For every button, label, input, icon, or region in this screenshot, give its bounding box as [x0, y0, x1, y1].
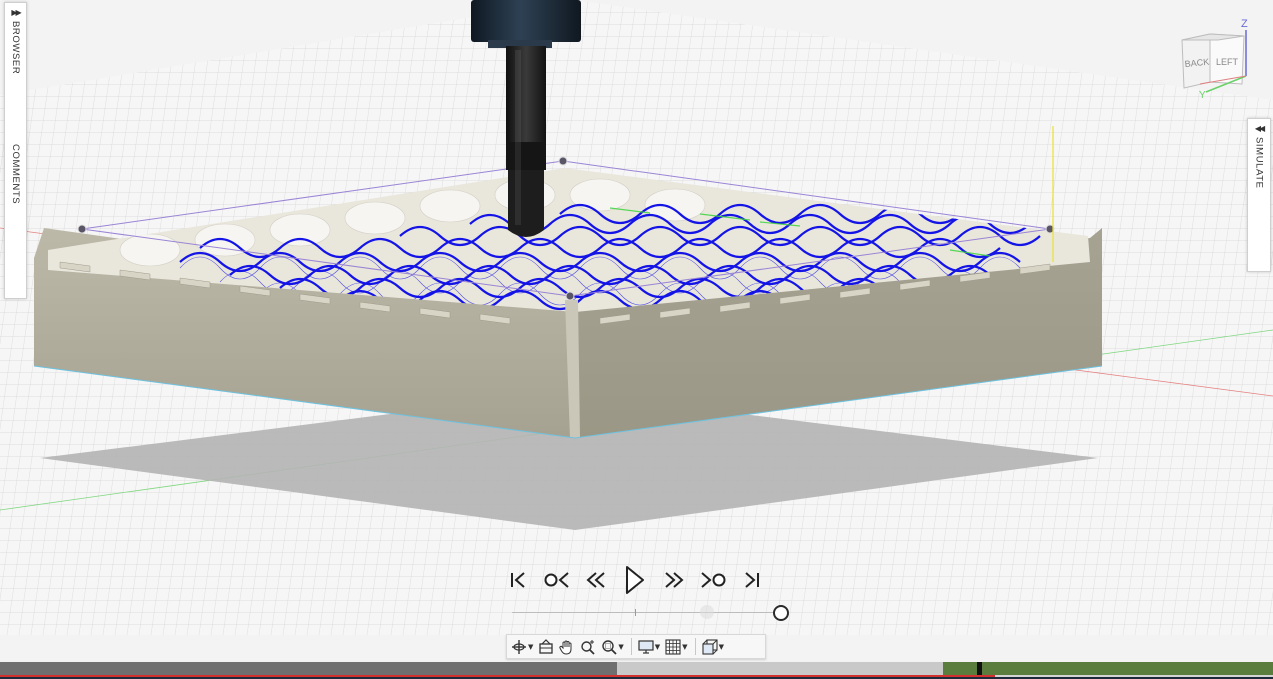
step-forward-button[interactable]	[660, 565, 688, 595]
y-axis-label: Y	[1199, 90, 1206, 101]
chevron-down-icon: ▼	[618, 642, 624, 651]
slider-tick-mark	[635, 609, 636, 616]
skip-start-icon	[511, 572, 525, 588]
play-button[interactable]	[621, 565, 649, 595]
collapse-arrow-icon: ◀◀	[1254, 124, 1265, 133]
cube-view-icon	[702, 638, 718, 655]
skip-end-icon	[745, 572, 759, 588]
grid-icon	[665, 638, 681, 655]
orbit-icon	[512, 639, 526, 654]
chevron-down-icon: ▼	[654, 642, 661, 651]
browser-tab-label: BROWSER	[10, 21, 21, 75]
slider-track[interactable]	[512, 612, 780, 613]
view-cube[interactable]: BACK LEFT Z Y	[1172, 14, 1262, 104]
cam-simulation-window: BACK LEFT Z Y ▶▶ BROWSER COMMENTS ◀◀ SIM…	[0, 0, 1273, 679]
browser-tab[interactable]: ▶▶ BROWSER	[10, 3, 22, 75]
zoom-button[interactable]	[580, 636, 596, 657]
simulate-tab[interactable]: ◀◀ SIMULATE	[1253, 119, 1266, 189]
toolbar-divider	[630, 638, 632, 655]
look-at-icon	[539, 638, 554, 654]
chevron-down-icon: ▼	[718, 642, 724, 651]
monitor-icon	[638, 639, 654, 654]
next-event-icon	[701, 572, 726, 588]
toolbar-divider	[694, 638, 696, 655]
viewports-button[interactable]: ▼	[702, 636, 724, 657]
status-segment-light	[617, 662, 943, 675]
go-to-start-button[interactable]	[505, 565, 533, 595]
zoom-window-icon	[602, 639, 618, 655]
display-settings-button[interactable]: ▼	[638, 636, 660, 657]
right-side-panel: ◀◀ SIMULATE	[1247, 118, 1271, 272]
play-icon	[625, 566, 644, 594]
navigation-toolbar: ▼ ▼ ▼ ▼ ▼	[506, 634, 766, 659]
hand-icon	[559, 640, 572, 655]
chevron-down-icon: ▼	[528, 642, 534, 651]
prev-event-icon	[544, 572, 569, 588]
comments-tab[interactable]: COMMENTS	[10, 140, 21, 204]
playback-controls	[505, 563, 765, 597]
orbit-button[interactable]: ▼	[511, 636, 533, 657]
step-backward-button[interactable]	[582, 565, 610, 595]
slider-thumb[interactable]	[773, 605, 789, 621]
step-forward-icon	[664, 572, 684, 588]
previous-event-button[interactable]	[544, 565, 572, 595]
step-back-icon	[586, 572, 605, 588]
status-segment-green	[943, 662, 1273, 675]
pan-button[interactable]	[559, 636, 575, 657]
left-side-panel: ▶▶ BROWSER COMMENTS	[4, 2, 27, 299]
z-axis-label: Z	[1241, 18, 1248, 30]
status-bar	[0, 662, 1273, 679]
status-segment-dark	[0, 662, 617, 675]
next-event-button[interactable]	[698, 565, 726, 595]
fit-button[interactable]: ▼	[601, 636, 624, 657]
zoom-icon	[581, 639, 596, 655]
comments-tab-label: COMMENTS	[10, 144, 21, 205]
grid-settings-button[interactable]: ▼	[665, 636, 688, 657]
simulate-tab-label: SIMULATE	[1253, 137, 1265, 189]
expand-arrow-icon: ▶▶	[11, 8, 21, 17]
look-at-button[interactable]	[538, 636, 554, 657]
chevron-down-icon: ▼	[682, 642, 688, 651]
playback-slider[interactable]	[512, 604, 792, 622]
timeline-marker[interactable]	[977, 662, 982, 675]
slider-hover-indicator	[700, 605, 714, 619]
go-to-end-button[interactable]	[737, 565, 765, 595]
view-cube-left-label: LEFT	[1216, 57, 1239, 67]
